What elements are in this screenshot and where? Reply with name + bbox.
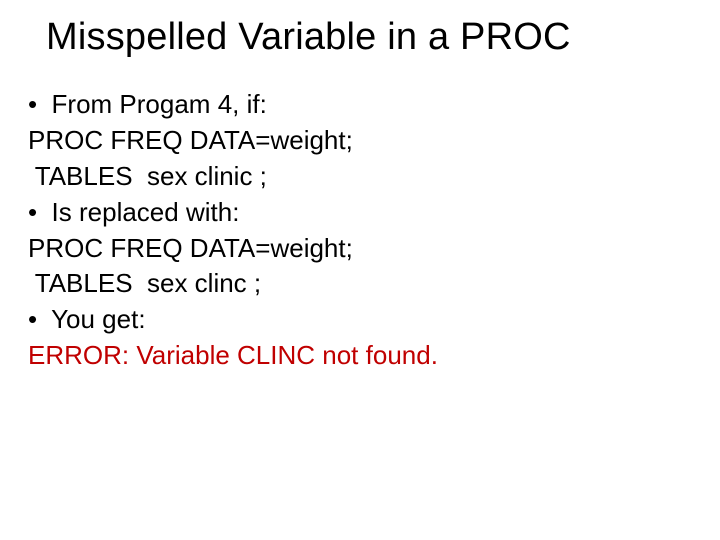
code-original-1: PROC FREQ DATA=weight;	[28, 123, 692, 159]
code-typo-2: TABLES sex clinc ;	[28, 266, 692, 302]
bullet-replaced: • Is replaced with:	[28, 195, 692, 231]
bullet-result: • You get:	[28, 302, 692, 338]
bullet-from: • From Progam 4, if:	[28, 87, 692, 123]
error-message: ERROR: Variable CLINC not found.	[28, 338, 692, 374]
code-typo-1: PROC FREQ DATA=weight;	[28, 231, 692, 267]
code-original-2: TABLES sex clinic ;	[28, 159, 692, 195]
slide-body: • From Progam 4, if: PROC FREQ DATA=weig…	[28, 87, 692, 374]
slide-title: Misspelled Variable in a PROC	[46, 16, 692, 59]
